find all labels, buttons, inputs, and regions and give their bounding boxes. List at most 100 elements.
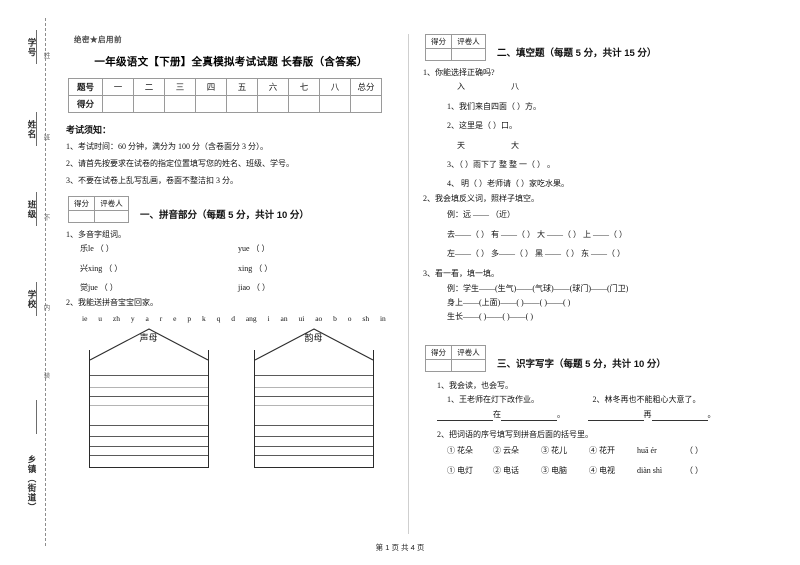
grader-marker-cell-1[interactable] bbox=[94, 210, 129, 223]
house-yunmu: 韵母 bbox=[253, 327, 374, 468]
pinyin-letter-5[interactable]: r bbox=[160, 314, 163, 323]
grader-marker-cell-3[interactable] bbox=[451, 358, 486, 372]
house-shengmu-lines[interactable] bbox=[88, 349, 209, 468]
s3-q1-sentences: 1、王老师在灯下改作业。 2、林冬再也不能粗心大意了。 bbox=[447, 395, 738, 405]
s3-q2-r1-opt-2[interactable]: ② 云朵 bbox=[493, 446, 539, 456]
score-table-value-row: 得分 bbox=[68, 95, 382, 113]
score-cell-4[interactable] bbox=[195, 95, 227, 113]
s3-q2-r2-opt-1[interactable]: ① 电灯 bbox=[447, 466, 491, 476]
grader-marker-label-1: 评卷人 bbox=[94, 196, 129, 211]
s1-q1-row-3-left[interactable]: 觉jue （ ） bbox=[80, 283, 238, 293]
s3-q2-r2-answer[interactable]: （ ） bbox=[685, 466, 703, 475]
s3-q2-r2-opt-3[interactable]: ③ 电脑 bbox=[541, 466, 587, 476]
score-cell-total[interactable] bbox=[350, 95, 382, 113]
s3-q1-answer-left[interactable]: 在 。 bbox=[437, 409, 588, 422]
s3-q2-r1-opt-4[interactable]: ④ 花开 bbox=[589, 446, 635, 456]
score-cell-6[interactable] bbox=[257, 95, 289, 113]
pinyin-letter-14[interactable]: ui bbox=[298, 314, 304, 323]
pinyin-letter-13[interactable]: an bbox=[281, 314, 288, 323]
s2-q3-row-1: 例：学生——(生气)——(气球)——(球门)——(门卫) bbox=[447, 283, 629, 293]
s2-q3-row-2[interactable]: 身上——(上面)——( )——( )——( ) bbox=[447, 298, 738, 308]
s3-q1-blank-right-b[interactable] bbox=[651, 410, 708, 422]
score-col-3: 三 bbox=[164, 78, 196, 96]
s2-choice-ru[interactable]: 入 bbox=[457, 82, 465, 91]
notice-line-3: 3、不要在试卷上乱写乱画，卷面不整洁扣 3 分。 bbox=[66, 176, 238, 185]
seal-sub-2: 班 bbox=[42, 134, 49, 141]
s2-q1-choices-b: 天 大 bbox=[457, 141, 738, 151]
s2-choice-da[interactable]: 大 bbox=[511, 141, 519, 150]
s3-q2-r2-opt-2[interactable]: ② 电话 bbox=[493, 466, 539, 476]
s1-q1-row-1: 乐le （ ） yue （ ） bbox=[80, 244, 396, 254]
pinyin-letter-6[interactable]: e bbox=[173, 314, 176, 323]
pinyin-letter-19[interactable]: in bbox=[380, 314, 386, 323]
score-cell-8[interactable] bbox=[319, 95, 351, 113]
pinyin-letter-2[interactable]: zh bbox=[113, 314, 120, 323]
score-cell-2[interactable] bbox=[133, 95, 165, 113]
s3-q2-r1-pinyin: huā ér bbox=[637, 446, 657, 456]
secret-mark: 绝密★启用前 bbox=[74, 35, 122, 44]
seal-dotted-line bbox=[45, 18, 46, 546]
pinyin-letter-0[interactable]: ie bbox=[82, 314, 87, 323]
pinyin-letter-10[interactable]: d bbox=[231, 314, 235, 323]
pinyin-letter-18[interactable]: sh bbox=[362, 314, 369, 323]
right-column: 得分 评卷人 二、填空题（每题 5 分，共计 15 分） 1、你能选择正确吗? … bbox=[408, 34, 738, 534]
notice-title: 考试须知： bbox=[66, 125, 112, 135]
grader-marker-label-2: 评卷人 bbox=[451, 34, 486, 49]
pinyin-letter-17[interactable]: o bbox=[348, 314, 352, 323]
s3-q2-r2-opt-4[interactable]: ④ 电视 bbox=[589, 466, 635, 476]
s2-q2-row-1[interactable]: 去——（ ） 有 ——（ ） 大 ——（ ） 上 ——（ ） bbox=[447, 230, 738, 240]
grader-score-cell-3[interactable] bbox=[425, 358, 452, 372]
grader-score-cell-1[interactable] bbox=[68, 210, 95, 223]
score-cell-3[interactable] bbox=[164, 95, 196, 113]
s3-q2-r1-opt-1[interactable]: ① 花朵 bbox=[447, 446, 491, 456]
grader-score-cell-2[interactable] bbox=[425, 48, 452, 61]
s2-q2-row-2[interactable]: 左——（ ） 多——（ ） 黑 ——（ ） 东 ——（ ） bbox=[447, 249, 738, 259]
s2-q1-choices-a: 入 八 bbox=[457, 82, 738, 92]
s1-q1-row-2-left[interactable]: 兴xing （ ） bbox=[80, 264, 238, 274]
score-cell-7[interactable] bbox=[288, 95, 320, 113]
s3-q1-sentence-left: 1、王老师在灯下改作业。 bbox=[447, 395, 539, 405]
s2-q3-row-3[interactable]: 生长——( )——( )——( ) bbox=[447, 312, 738, 322]
s1-q1-row-3-right[interactable]: jiao （ ） bbox=[238, 283, 396, 293]
pinyin-letter-16[interactable]: b bbox=[333, 314, 337, 323]
s1-q1-row-2-right[interactable]: xing （ ） bbox=[238, 264, 396, 274]
pinyin-letter-8[interactable]: k bbox=[202, 314, 206, 323]
s2-q1-item-4[interactable]: 4、 明（ ）老师请（ ）家吃水果。 bbox=[447, 179, 738, 189]
pinyin-letter-12[interactable]: i bbox=[268, 314, 270, 323]
s2-choice-tian[interactable]: 天 bbox=[457, 141, 465, 150]
s1-q1-row-1-right[interactable]: yue （ ） bbox=[238, 244, 396, 254]
s3-q2-r1-opt-3[interactable]: ③ 花儿 bbox=[541, 446, 587, 456]
s1-q1-row-1-left[interactable]: 乐le （ ） bbox=[80, 244, 238, 254]
s3-q2-title: 2、把词语的序号填写到拼音后面的括号里。 bbox=[437, 430, 593, 440]
pinyin-letter-11[interactable]: ang bbox=[246, 314, 257, 323]
s2-q1-item-3[interactable]: 3、（ ）雨下了 整 整 一（ ） 。 bbox=[447, 160, 738, 170]
score-cell-5[interactable] bbox=[226, 95, 258, 113]
pinyin-letter-4[interactable]: a bbox=[146, 314, 149, 323]
left-column: 绝密★启用前 一年级语文【下册】全真模拟考试试题 长春版（含答案） 题号 一 二… bbox=[66, 34, 396, 534]
notice-line-1: 1、考试时间：60 分钟，满分为 100 分（含卷面分 3 分）。 bbox=[66, 142, 268, 151]
s3-q1-blank-right-a[interactable] bbox=[587, 410, 644, 422]
pinyin-letter-3[interactable]: y bbox=[131, 314, 135, 323]
score-col-5: 五 bbox=[226, 78, 258, 96]
pinyin-letter-7[interactable]: p bbox=[187, 314, 191, 323]
s3-q1-sentence-right: 2、林冬再也不能粗心大意了。 bbox=[592, 395, 701, 405]
seal-label-township: 乡镇（街道） bbox=[27, 455, 37, 512]
s2-choice-ba[interactable]: 八 bbox=[511, 82, 519, 91]
s3-q1-answer-right[interactable]: 再 。 bbox=[587, 410, 739, 422]
pinyin-letter-15[interactable]: ao bbox=[315, 314, 322, 323]
s3-q1-word-left: 在 bbox=[493, 409, 501, 419]
s3-q1-blank-left-b[interactable] bbox=[501, 410, 557, 422]
s2-q1-item-a1[interactable]: 1、我们来自四面（ ）方。 bbox=[447, 102, 738, 112]
s3-q1-blank-left-a[interactable] bbox=[437, 410, 493, 422]
pinyin-letter-9[interactable]: q bbox=[217, 314, 221, 323]
score-cell-1[interactable] bbox=[102, 95, 134, 113]
grader-marker-cell-2[interactable] bbox=[451, 48, 486, 61]
s2-q2-example: 例：远 —— （近） bbox=[447, 210, 515, 220]
pinyin-letter-1[interactable]: u bbox=[98, 314, 102, 323]
section-3-header: 得分 评卷人 三、识字写字（每题 5 分，共计 10 分） bbox=[423, 344, 738, 375]
grader-box-2: 得分 评卷人 bbox=[425, 34, 486, 61]
house-yunmu-lines[interactable] bbox=[253, 349, 374, 468]
s2-q1-item-a2[interactable]: 2、这里是（ ）口。 bbox=[447, 121, 738, 131]
s3-q2-r1-answer[interactable]: （ ） bbox=[685, 446, 703, 455]
section-3-title: 三、识字写字（每题 5 分，共计 10 分） bbox=[497, 358, 666, 370]
